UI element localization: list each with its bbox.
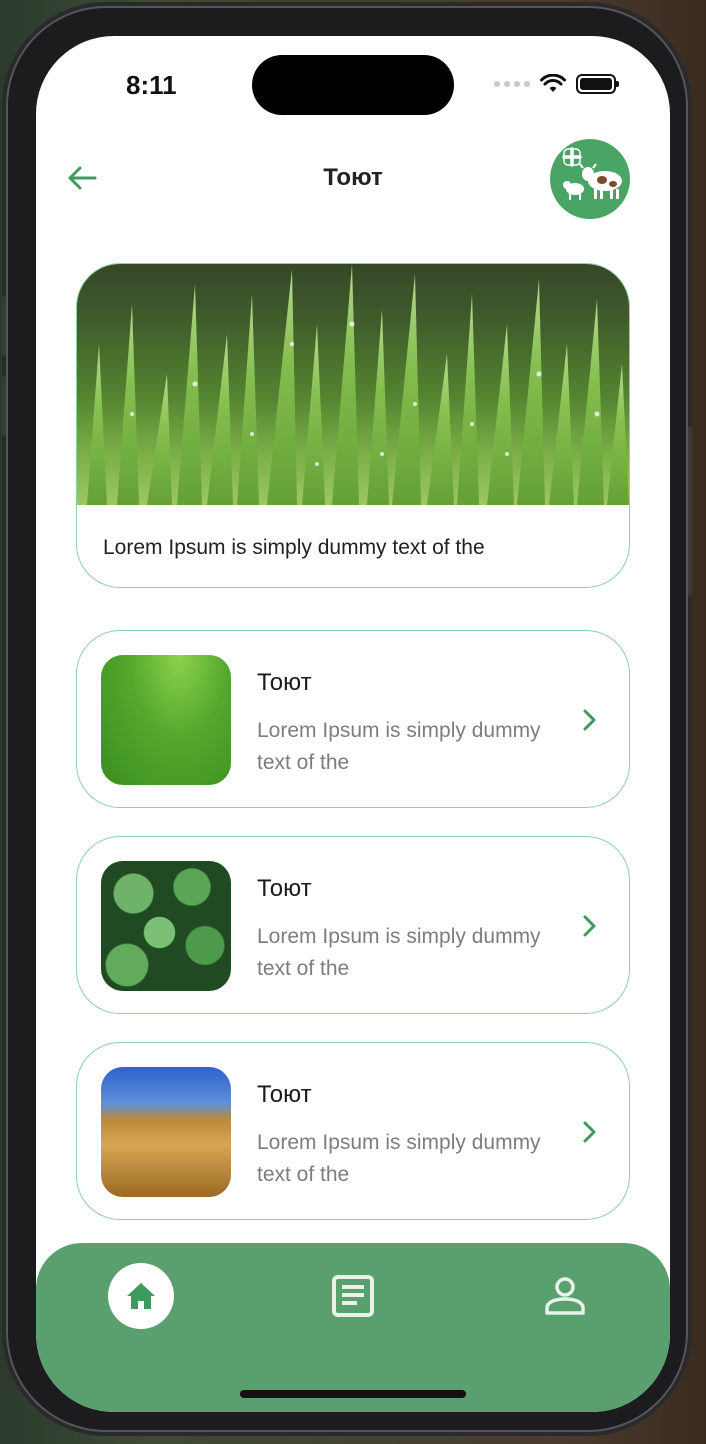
dynamic-island xyxy=(252,55,454,115)
wifi-icon xyxy=(540,74,566,92)
chevron-right-icon xyxy=(583,1121,596,1143)
add-livestock-icon xyxy=(562,147,622,200)
list-item-title: Тоют xyxy=(257,669,312,696)
green-leaves-photo xyxy=(101,861,231,991)
list-item[interactable]: Тоют Lorem Ipsum is simply dummy text of… xyxy=(76,836,630,1014)
document-icon xyxy=(332,1275,374,1317)
status-icons xyxy=(494,74,619,94)
signal-icon xyxy=(494,81,530,87)
chevron-right-icon xyxy=(583,915,596,937)
tab-home[interactable] xyxy=(108,1263,174,1329)
tab-profile[interactable] xyxy=(532,1263,598,1329)
hero-image xyxy=(77,264,629,505)
phone-frame: 8:11 Тоют Lorem Ipsum is simply dummy te… xyxy=(2,6,692,1432)
power-button xyxy=(688,426,692,596)
chevron-right-icon xyxy=(583,709,596,731)
list-item[interactable]: Тоют Lorem Ipsum is simply dummy text of… xyxy=(76,630,630,808)
app-screen: 8:11 Тоют Lorem Ipsum is simply dummy te… xyxy=(36,36,670,1412)
wheat-field-photo xyxy=(101,1067,231,1197)
list-item-title: Тоют xyxy=(257,875,312,902)
volume-down-button xyxy=(2,376,6,436)
battery-icon xyxy=(576,74,619,94)
home-icon xyxy=(127,1283,155,1309)
list-item-description: Lorem Ipsum is simply dummy text of the xyxy=(257,1131,541,1186)
green-meadow-photo xyxy=(101,655,231,785)
list-item-description: Lorem Ipsum is simply dummy text of the xyxy=(257,719,541,774)
home-indicator xyxy=(240,1390,466,1398)
bottom-tab-bar xyxy=(36,1243,670,1412)
volume-up-button xyxy=(2,296,6,356)
header: Тоют xyxy=(36,136,670,220)
add-livestock-button[interactable] xyxy=(550,139,630,219)
list-item-title: Тоют xyxy=(257,1081,312,1108)
hero-card[interactable]: Lorem Ipsum is simply dummy text of the xyxy=(76,263,630,588)
tab-documents[interactable] xyxy=(320,1263,386,1329)
hero-caption: Lorem Ipsum is simply dummy text of the xyxy=(103,536,485,559)
status-time: 8:11 xyxy=(126,70,177,100)
profile-icon xyxy=(545,1277,585,1315)
list-item-description: Lorem Ipsum is simply dummy text of the xyxy=(257,925,541,980)
list-item[interactable]: Тоют Lorem Ipsum is simply dummy text of… xyxy=(76,1042,630,1220)
